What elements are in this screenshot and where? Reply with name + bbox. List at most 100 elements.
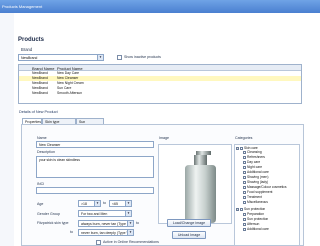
bottle-image [185, 151, 216, 223]
tree-item-label: Aftersun [247, 222, 260, 226]
description-textarea[interactable]: your skin is clean skindless [36, 156, 154, 178]
tree-item-label: Night care [247, 165, 263, 169]
tree-item-label: Miscellaneous [247, 200, 268, 204]
name-input-value: New Cleanser [39, 143, 61, 147]
fitzpatrick-to-label: to [136, 221, 139, 225]
tree-item-label: Shaving (lady) [247, 180, 269, 184]
checkbox-icon[interactable] [243, 190, 246, 194]
tree-item-label: Preparation [247, 212, 265, 216]
chevron-down-icon[interactable]: ▼ [127, 230, 133, 235]
checkbox-icon[interactable] [243, 185, 246, 189]
fitzpatrick-to-select[interactable]: never burn, tan deeply (Type VI) ▼ [78, 229, 134, 236]
age-to-value: <65 [112, 202, 118, 206]
age-label: Age [37, 202, 44, 206]
checkbox-icon[interactable] [243, 170, 246, 174]
gender-value: For two and Men [81, 212, 108, 216]
page-title: Products [18, 37, 45, 43]
checkbox-icon[interactable] [243, 180, 246, 184]
tree-item-label: Sun protection [244, 207, 266, 211]
tree-item-label: Day care [247, 160, 261, 164]
tree-item[interactable]: Day care [243, 160, 260, 164]
show-inactive-label: Show inactive products [124, 55, 161, 59]
checkbox-icon[interactable] [243, 217, 246, 221]
cell-brand: NewBrand [32, 91, 48, 95]
tree-item-label: Sun protection [247, 217, 269, 221]
checkbox-icon[interactable] [243, 150, 246, 154]
checkbox-icon[interactable] [243, 227, 246, 231]
name-input[interactable]: New Cleanser [36, 141, 154, 148]
tree-item-label: Shaving (men) [247, 175, 269, 179]
age-to-label: to [103, 201, 106, 205]
fitzpatrick-from-select[interactable]: always burn, never tan (Type I) ▼ [78, 220, 134, 227]
show-inactive-checkbox[interactable] [117, 55, 122, 60]
table-row[interactable]: NewBrand Smooth Aftersun [19, 91, 301, 96]
checkbox-icon[interactable] [243, 222, 246, 226]
collapse-icon[interactable]: - [236, 146, 239, 150]
load-image-button[interactable]: Load/Change image [167, 219, 211, 227]
gender-select[interactable]: For two and Men ▼ [78, 210, 132, 217]
checkbox-icon[interactable] [243, 175, 246, 179]
categories-tree: - Skin care Cleansing Refreshners Day car… [234, 144, 300, 246]
name-label: Name [37, 136, 47, 140]
age-from-select[interactable]: >18 ▼ [78, 200, 101, 207]
tree-item-sun-protection[interactable]: - Sun protection [236, 207, 265, 211]
brand-select-value: NewBrand [21, 56, 38, 60]
categories-label: Categories [235, 136, 253, 140]
tree-item[interactable]: Aftersun [243, 222, 259, 226]
product-image [158, 144, 232, 224]
tree-item[interactable]: Shaving (lady) [243, 180, 268, 184]
description-value: your skin is clean skindless [39, 158, 80, 162]
checkbox-icon[interactable] [243, 200, 246, 204]
tree-item-label: Massage/Colour cosmetics [247, 185, 287, 189]
tree-item[interactable]: Sun protection [243, 217, 268, 221]
cell-product: Smooth Aftersun [57, 91, 83, 95]
inci-label: INCI [37, 182, 45, 186]
window-title-bar: Products Management [0, 0, 320, 13]
fitzpatrick-to2-label: to [70, 230, 73, 234]
tree-item-label: Additional care [247, 170, 269, 174]
tree-item[interactable]: Treatment [243, 195, 262, 199]
tree-item[interactable]: Night care [243, 165, 262, 169]
details-section-title: Details of New Product [19, 110, 58, 114]
tree-item-label: Cleansing [247, 150, 262, 154]
tree-item[interactable]: Additional care [243, 170, 269, 174]
window-title: Products Management [2, 4, 43, 9]
collapse-icon[interactable]: - [236, 207, 239, 211]
checkbox-icon[interactable] [243, 212, 246, 216]
chevron-down-icon[interactable]: ▼ [125, 211, 131, 216]
brand-label: Brand [21, 47, 33, 52]
brand-select[interactable]: NewBrand ▼ [18, 54, 104, 61]
tree-item[interactable]: Refreshners [243, 155, 265, 159]
fitzpatrick-label: Fitzpatrick skin type [37, 221, 69, 225]
tree-item[interactable]: Cleansing [243, 150, 262, 154]
chevron-down-icon[interactable]: ▼ [127, 221, 133, 226]
tree-item[interactable]: Massage/Colour cosmetics [243, 185, 287, 189]
checkbox-icon[interactable] [243, 160, 246, 164]
fitzpatrick-to-value: never burn, tan deeply (Type VI) [81, 231, 131, 235]
active-recommendations-checkbox[interactable] [96, 240, 101, 245]
tree-item-label: Additional care [247, 227, 269, 231]
active-recommendations-label: Active in Online Recommendations [103, 240, 159, 244]
fitzpatrick-from-value: always burn, never tan (Type I) [81, 222, 130, 226]
tree-item-label: Refreshners [247, 155, 265, 159]
chevron-down-icon[interactable]: ▼ [94, 201, 100, 206]
checkbox-icon[interactable] [243, 195, 246, 199]
checkbox-icon[interactable] [243, 155, 246, 159]
checkbox-icon[interactable] [243, 165, 246, 169]
products-table: Brand Name Product Name NewBrand New Day… [18, 64, 302, 104]
tree-item-label: Treatment [247, 195, 262, 199]
tree-item[interactable]: Food supplement [243, 190, 272, 194]
image-label: Image [159, 136, 169, 140]
tree-item[interactable]: Miscellaneous [243, 200, 268, 204]
tree-item-label: Food supplement [247, 190, 273, 194]
tree-item[interactable]: Preparation [243, 212, 264, 216]
tree-item[interactable]: Shaving (men) [243, 175, 268, 179]
age-to-select[interactable]: <65 ▼ [109, 200, 132, 207]
chevron-down-icon[interactable]: ▼ [97, 55, 103, 60]
chevron-down-icon[interactable]: ▼ [125, 201, 131, 206]
tree-item[interactable]: Additional care [243, 227, 269, 231]
age-from-value: >18 [81, 202, 87, 206]
checkbox-icon[interactable] [240, 207, 243, 211]
unload-image-button[interactable]: Unload Image [172, 231, 206, 239]
inci-input[interactable] [36, 187, 154, 194]
